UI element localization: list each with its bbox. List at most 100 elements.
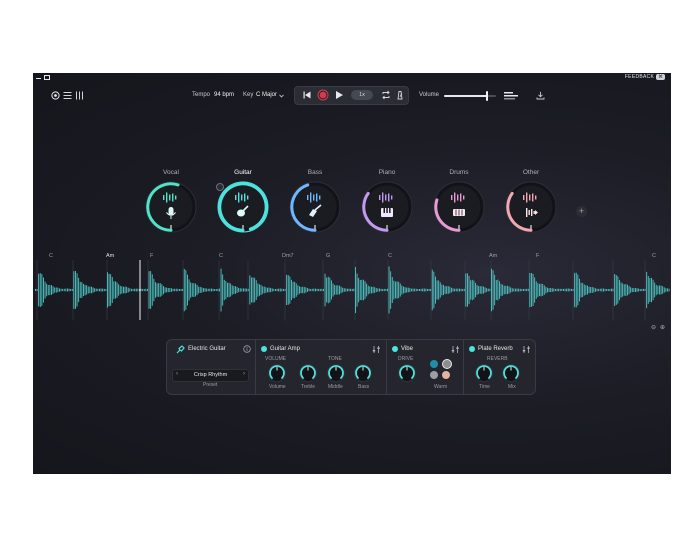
maximize-icon[interactable] — [44, 75, 50, 80]
tempo-value[interactable]: 94 bpm — [214, 92, 234, 98]
waveform-bar — [379, 288, 380, 292]
stem-label: Vocal — [163, 169, 179, 176]
style-swatch-warm[interactable] — [442, 371, 450, 379]
feedback-button[interactable]: FEEDBACK ⌘ — [625, 74, 665, 80]
menu-icon[interactable] — [63, 91, 72, 100]
chevron-right-icon[interactable]: › — [243, 371, 245, 377]
waveform-bar — [129, 288, 131, 292]
amp-middle-knob[interactable] — [326, 363, 346, 383]
waveform-bar — [604, 288, 606, 292]
volume-slider[interactable] — [444, 91, 496, 101]
style-swatch-blue[interactable] — [430, 360, 438, 368]
waveform-bar — [564, 288, 566, 292]
waveform-bar — [36, 289, 38, 291]
zoom-out-icon[interactable]: ⊖ — [651, 324, 656, 331]
other-knob[interactable] — [505, 181, 557, 233]
volume-slider-thumb[interactable] — [485, 91, 488, 101]
waveform-bar — [590, 287, 592, 293]
waveform-bar — [553, 288, 555, 292]
record-target-icon[interactable] — [51, 91, 60, 100]
zoom-in-icon[interactable]: ⊕ — [660, 324, 665, 331]
download-icon[interactable] — [536, 91, 545, 100]
key-select[interactable]: C Major — [256, 92, 277, 98]
chord-label: C — [652, 253, 656, 259]
waveform-bar — [385, 289, 387, 291]
guitar-knob[interactable] — [217, 181, 269, 233]
waveform-bar — [401, 285, 403, 295]
amp-volume-knob[interactable] — [267, 363, 287, 383]
piano-knob[interactable] — [361, 181, 413, 233]
sliders-icon[interactable] — [372, 345, 381, 354]
waveform-bar — [143, 289, 145, 292]
waveform-bar — [188, 279, 190, 301]
vibe-enabled-toggle[interactable] — [392, 346, 398, 352]
waveform-bar — [310, 289, 312, 292]
reverb-mix-knob[interactable] — [501, 363, 521, 383]
waveform-bar — [497, 279, 499, 301]
solo-indicator[interactable] — [216, 183, 224, 191]
waveform-bar — [217, 288, 219, 292]
waveform-bar — [499, 281, 500, 299]
waveform-bar — [169, 288, 171, 293]
feedback-label: FEEDBACK — [624, 74, 655, 80]
waveform-bar — [579, 278, 580, 302]
sliders-icon[interactable] — [522, 345, 531, 354]
drums-knob[interactable] — [433, 181, 485, 233]
waveform-bar — [551, 288, 553, 292]
play-button[interactable] — [334, 90, 344, 100]
waveform-bar — [404, 287, 406, 293]
waveform-bar — [171, 288, 172, 292]
chevron-down-icon[interactable] — [279, 94, 284, 98]
waveform-bar — [462, 289, 464, 292]
waveform-bar — [423, 288, 425, 292]
skip-back-icon[interactable] — [302, 90, 312, 100]
preset-selector[interactable]: ‹ Crisp Rhythm › — [172, 369, 249, 382]
waveform-bar — [99, 288, 100, 292]
waveform-bar — [345, 288, 347, 292]
amp-bass-knob[interactable] — [353, 363, 373, 383]
waveform-bar — [583, 284, 585, 296]
drive-knob[interactable] — [397, 363, 417, 383]
style-swatch-gray[interactable] — [442, 359, 452, 369]
sliders-icon[interactable] — [451, 345, 460, 354]
waveform-bar — [105, 289, 107, 291]
waveform-bar — [334, 285, 336, 295]
style-swatch-silver[interactable] — [430, 371, 438, 379]
waveform-bar — [220, 268, 222, 312]
waveform-bar — [631, 287, 633, 293]
waveform-bar — [211, 288, 212, 292]
waveform-bar — [603, 288, 604, 292]
waveform-bar — [607, 289, 609, 291]
waveform-bar — [123, 286, 124, 294]
waveform-bar — [585, 285, 587, 295]
waveform-bar — [243, 288, 244, 292]
waveform-timeline[interactable] — [33, 260, 671, 320]
metronome-icon[interactable] — [395, 90, 405, 100]
loop-icon[interactable] — [381, 90, 391, 100]
waveform-bar — [627, 284, 628, 296]
chord-label: G — [326, 253, 331, 259]
minimize-icon[interactable] — [36, 75, 42, 80]
reverb-time-knob[interactable] — [474, 363, 494, 383]
add-stem-button[interactable]: + — [576, 206, 587, 217]
mixer-icon[interactable] — [75, 91, 84, 100]
playback-speed-button[interactable]: 1x — [351, 90, 373, 100]
amp-treble-knob[interactable] — [298, 363, 318, 383]
waveform-bar — [577, 274, 579, 306]
waveform-bar — [495, 280, 497, 300]
waveform-bar — [259, 284, 260, 296]
bass-knob[interactable] — [289, 181, 341, 233]
waveform-bar — [492, 270, 494, 310]
waveform-bar — [60, 288, 62, 292]
waveform-bar — [84, 284, 86, 296]
waveform-bar — [43, 277, 44, 303]
record-button[interactable] — [317, 89, 329, 101]
amp-enabled-toggle[interactable] — [261, 346, 267, 352]
info-icon[interactable] — [243, 345, 251, 353]
waveform-bar — [227, 282, 228, 298]
waveform-bar — [571, 288, 572, 291]
vocal-knob[interactable] — [145, 181, 197, 233]
waveform-bar — [363, 279, 364, 301]
reverb-enabled-toggle[interactable] — [469, 346, 475, 352]
waveform-bar — [185, 270, 187, 310]
